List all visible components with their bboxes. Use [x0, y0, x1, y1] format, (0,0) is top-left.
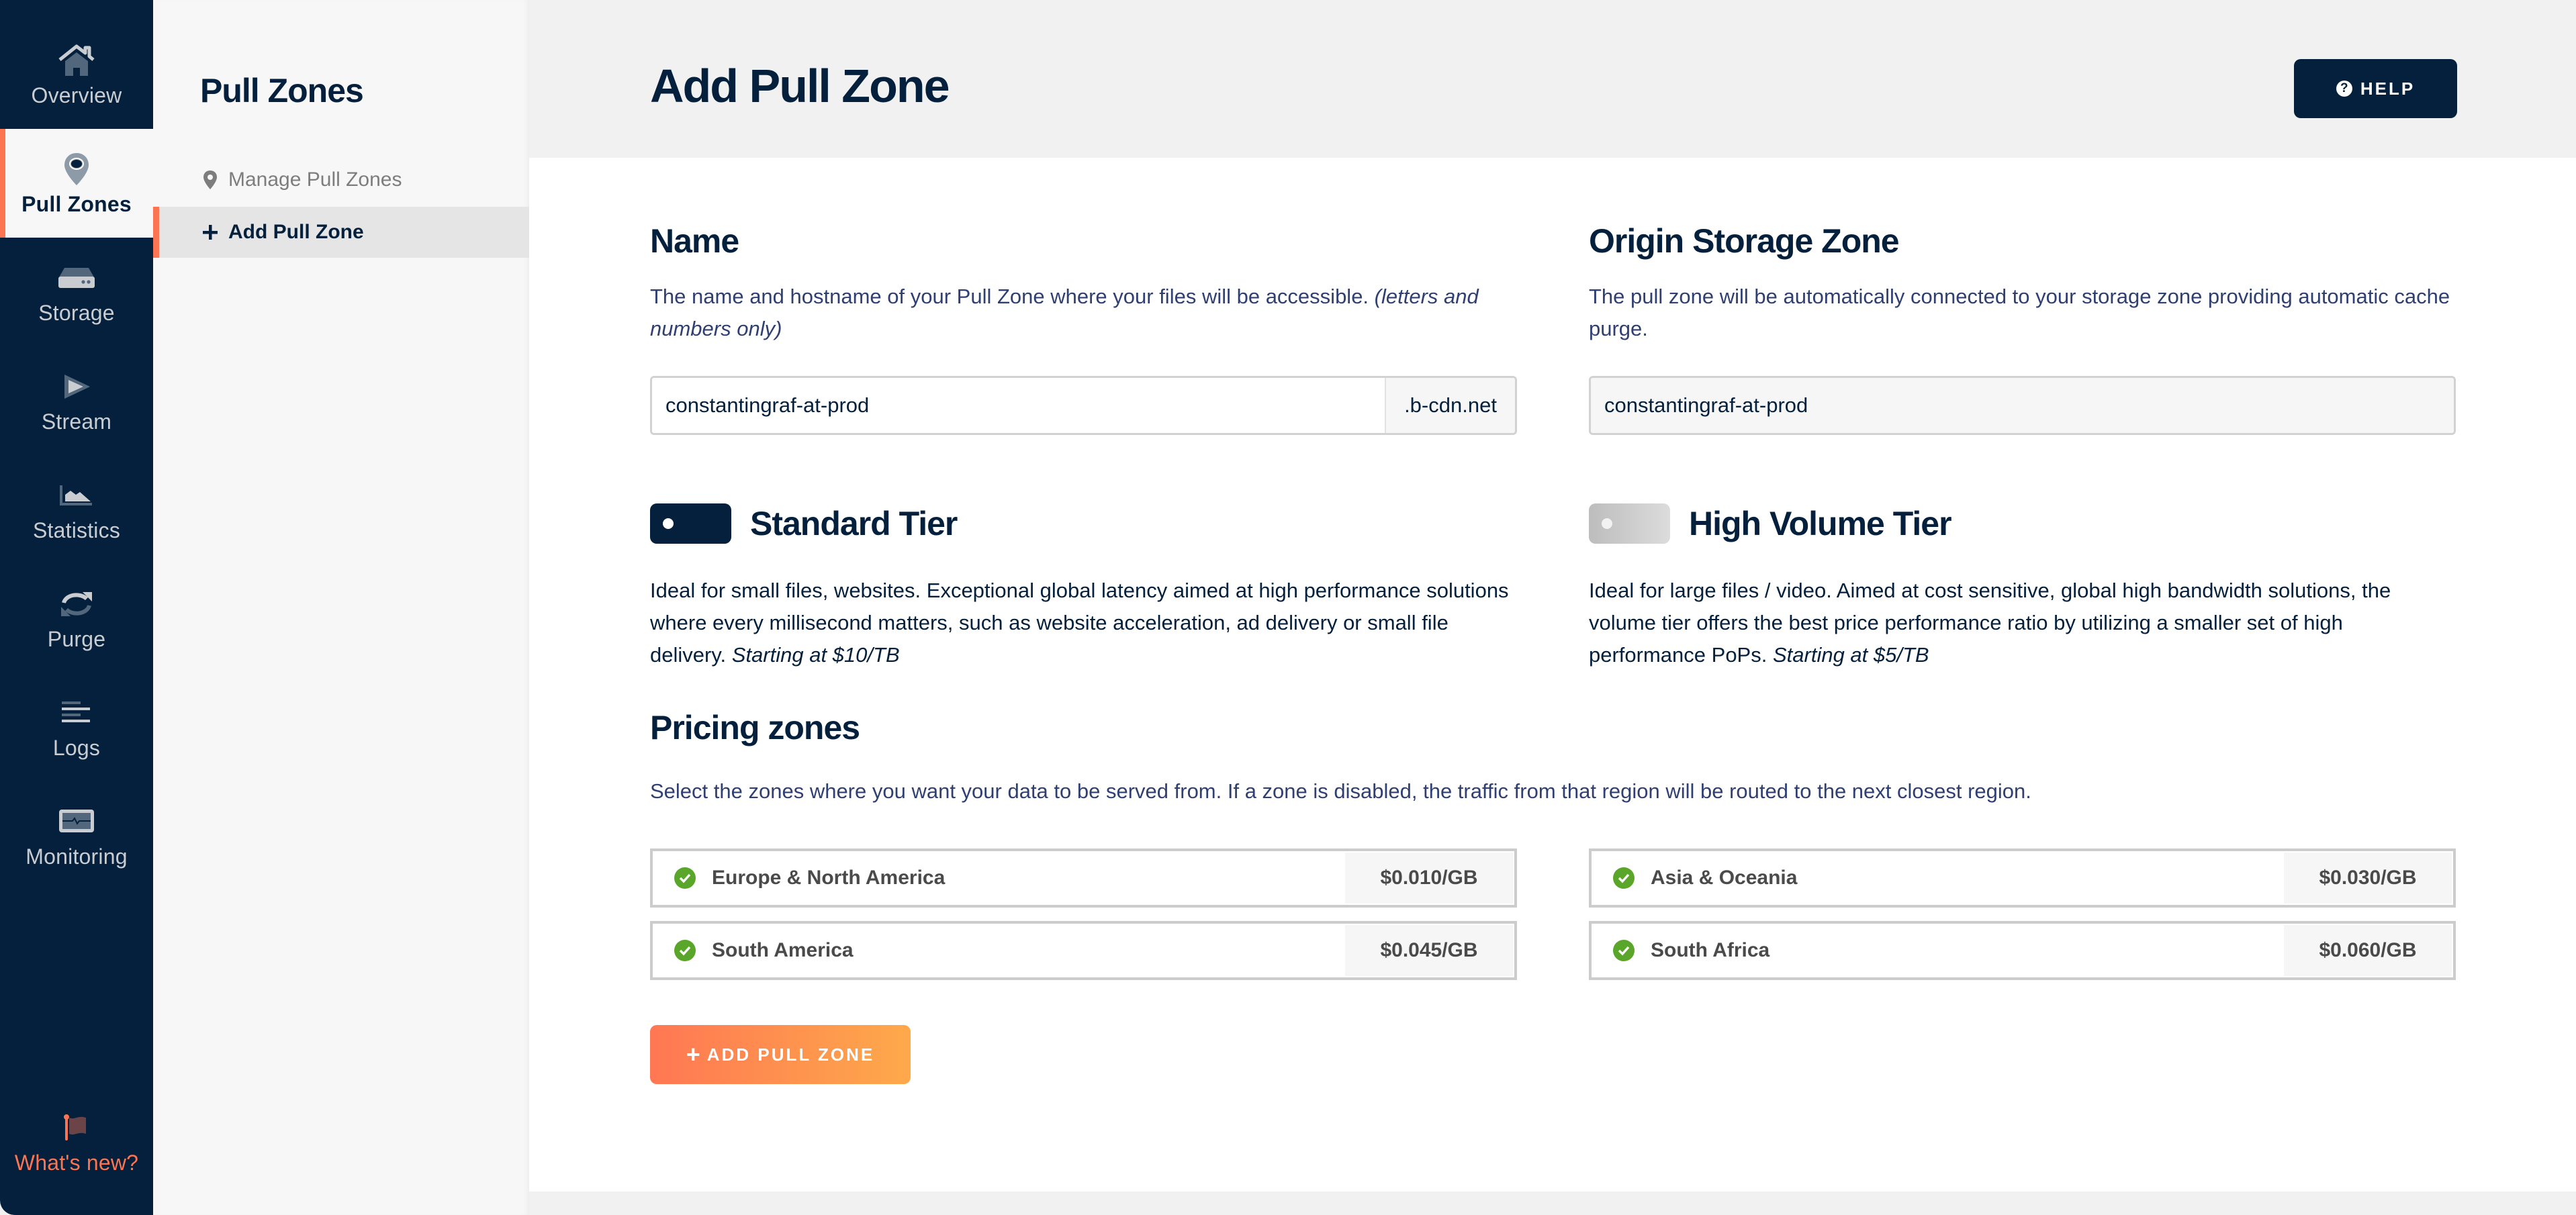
nav-item-storage[interactable]: Storage: [0, 238, 153, 346]
standard-tier-title: Standard Tier: [750, 505, 958, 542]
app: Overview Pull Zones Storage Stream Stati…: [0, 0, 2576, 1215]
check-circle-icon: [1613, 940, 1635, 961]
subnav-item-add-pull-zone[interactable]: Add Pull Zone: [153, 207, 529, 258]
name-section: Name The name and hostname of your Pull …: [650, 222, 1517, 435]
pricing-zone-europe-north-america[interactable]: Europe & North America $0.010/GB: [650, 848, 1517, 908]
add-pull-zone-button[interactable]: + ADD PULL ZONE: [650, 1025, 911, 1084]
add-pull-zone-button-label: ADD PULL ZONE: [706, 1044, 875, 1065]
standard-tier-toggle[interactable]: [650, 503, 731, 544]
nav-item-overview[interactable]: Overview: [0, 20, 153, 129]
toggle-knob: [663, 518, 674, 529]
pricing-zones-section: Pricing zones Select the zones where you…: [650, 708, 2463, 808]
help-button[interactable]: ? HELP: [2294, 59, 2457, 118]
high-volume-tier-header: High Volume Tier: [1589, 503, 2456, 544]
question-circle-icon: ?: [2336, 81, 2352, 97]
origin-storage-field: [1589, 376, 2456, 435]
high-volume-tier-description: Ideal for large files / video. Aimed at …: [1589, 579, 2391, 667]
subnav-item-label: Manage Pull Zones: [228, 168, 402, 191]
plus-icon: [200, 224, 220, 240]
zone-name: South Africa: [1651, 939, 1770, 961]
pull-zone-name-field: .b-cdn.net: [650, 376, 1517, 435]
footer-band: [529, 1192, 2576, 1215]
main-nav: Overview Pull Zones Storage Stream Stati…: [0, 0, 153, 1215]
zone-price: $0.010/GB: [1345, 853, 1513, 904]
map-pin-icon: [200, 170, 220, 190]
pricing-zones-description: Select the zones where you want your dat…: [650, 779, 2031, 803]
high-volume-tier-toggle[interactable]: [1589, 503, 1670, 544]
nav-item-purge[interactable]: Purge: [0, 564, 153, 673]
standard-tier-section: Standard Tier Ideal for small files, web…: [650, 503, 1517, 671]
nav-item-logs[interactable]: Logs: [0, 673, 153, 781]
origin-storage-description: The pull zone will be automatically conn…: [1589, 285, 2450, 340]
subnav-title: Pull Zones: [200, 72, 364, 109]
origin-storage-title: Origin Storage Zone: [1589, 222, 1900, 260]
check-circle-icon: [1613, 867, 1635, 889]
monitor-heartbeat-icon: [56, 803, 97, 840]
whats-new-link[interactable]: What's new?: [0, 1087, 153, 1196]
help-button-label: HELP: [2360, 78, 2416, 99]
nav-item-stream[interactable]: Stream: [0, 346, 153, 455]
map-pin-icon: [56, 150, 97, 188]
subnav-item-label: Add Pull Zone: [228, 221, 364, 243]
check-circle-icon: [674, 867, 696, 889]
zone-name: Asia & Oceania: [1651, 867, 1798, 889]
origin-storage-input[interactable]: [1591, 378, 2454, 433]
refresh-icon: [56, 585, 97, 623]
play-icon: [56, 368, 97, 405]
main-content: Add Pull Zone ? HELP Name The name and h…: [529, 0, 2576, 1215]
hard-drive-icon: [56, 259, 97, 297]
pricing-zones-title: Pricing zones: [650, 709, 860, 746]
zone-name: South America: [712, 939, 854, 961]
name-title: Name: [650, 222, 739, 260]
page-title: Add Pull Zone: [650, 60, 950, 112]
pricing-zone-south-america[interactable]: South America $0.045/GB: [650, 921, 1517, 980]
pull-zones-subnav: Pull Zones Manage Pull Zones Add Pull Zo…: [153, 0, 529, 1215]
page-header: Add Pull Zone ? HELP: [529, 0, 2576, 158]
zone-price: $0.030/GB: [2284, 853, 2452, 904]
pricing-zone-asia-oceania[interactable]: Asia & Oceania $0.030/GB: [1589, 848, 2456, 908]
align-left-icon: [56, 694, 97, 732]
standard-tier-description: Ideal for small files, websites. Excepti…: [650, 579, 1509, 667]
nav-item-monitoring[interactable]: Monitoring: [0, 781, 153, 890]
standard-tier-header: Standard Tier: [650, 503, 1517, 544]
zone-name: Europe & North America: [712, 867, 946, 889]
toggle-knob: [1602, 518, 1612, 529]
check-circle-icon: [674, 940, 696, 961]
home-icon: [56, 42, 97, 79]
high-volume-tier-section: High Volume Tier Ideal for large files /…: [1589, 503, 2456, 671]
zone-price: $0.045/GB: [1345, 925, 1513, 976]
nav-item-statistics[interactable]: Statistics: [0, 455, 153, 564]
flag-icon: [56, 1109, 97, 1147]
plus-icon: +: [686, 1040, 700, 1068]
origin-storage-section: Origin Storage Zone The pull zone will b…: [1589, 222, 2456, 435]
add-pull-zone-form: Name The name and hostname of your Pull …: [529, 158, 2576, 1192]
pull-zone-name-input[interactable]: [652, 378, 1385, 433]
nav-item-pull-zones[interactable]: Pull Zones: [0, 129, 153, 238]
subnav-item-manage-pull-zones[interactable]: Manage Pull Zones: [153, 154, 529, 205]
name-description: The name and hostname of your Pull Zone …: [650, 285, 1479, 340]
pricing-zone-south-africa[interactable]: South Africa $0.060/GB: [1589, 921, 2456, 980]
high-volume-tier-title: High Volume Tier: [1689, 505, 1952, 542]
zone-price: $0.060/GB: [2284, 925, 2452, 976]
area-chart-icon: [56, 477, 97, 514]
hostname-suffix: .b-cdn.net: [1385, 378, 1515, 433]
